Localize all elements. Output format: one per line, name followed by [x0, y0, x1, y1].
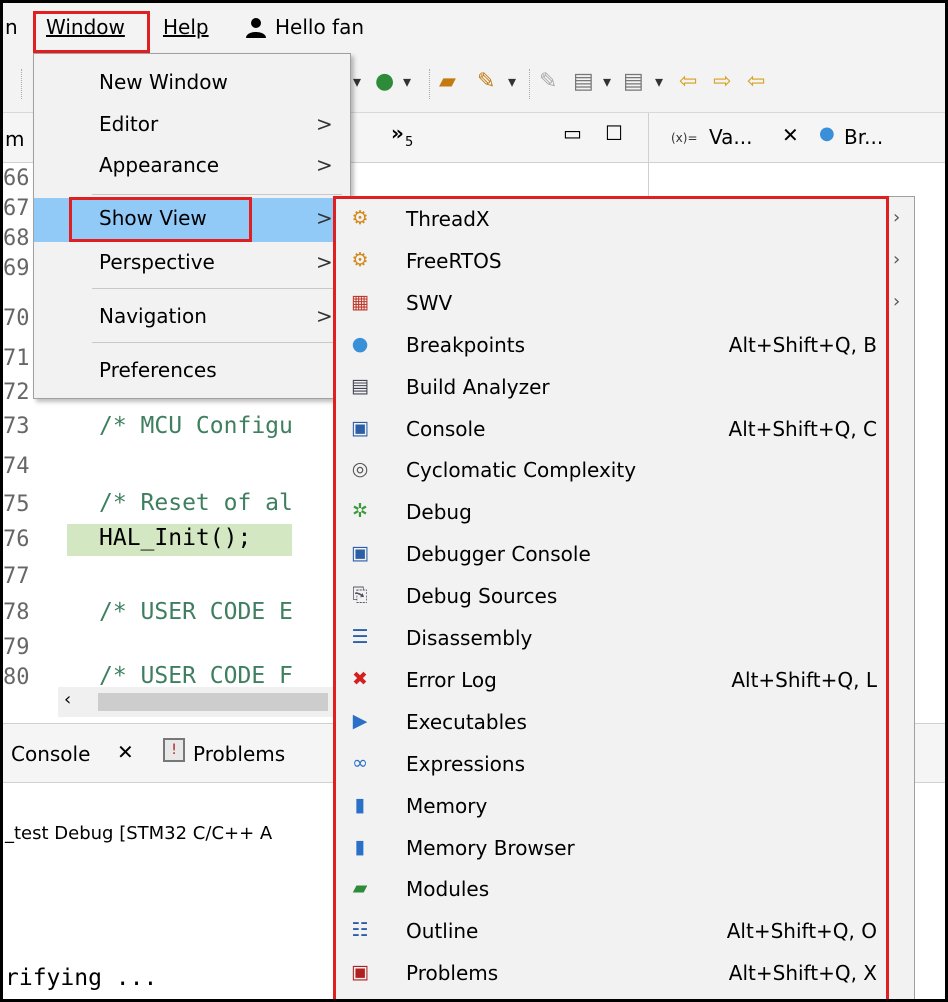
line-number: 80	[3, 665, 30, 690]
menu-help-label: Help	[163, 15, 209, 39]
menu-help[interactable]: Help	[163, 15, 209, 39]
show-view-menu-highlight	[333, 196, 889, 999]
chevron-right-icon: >	[316, 206, 333, 230]
scrollbar-thumb[interactable]	[98, 693, 328, 711]
code-line: /* MCU Configu	[99, 413, 293, 439]
line-number: 75	[3, 492, 30, 517]
menu-item-label: Preferences	[99, 358, 217, 382]
user-icon	[246, 18, 266, 38]
open-folder-icon[interactable]: ▰	[439, 67, 456, 97]
code-line: HAL_Init();	[99, 525, 252, 551]
menu-item-new-window[interactable]: New Window	[34, 62, 350, 106]
menu-item-label: Perspective	[99, 250, 215, 274]
annotation-icon[interactable]: ▤	[623, 67, 644, 97]
line-number: 66	[3, 166, 30, 191]
code-line: /* USER CODE E	[99, 599, 293, 625]
tab-breakpoints[interactable]: Br...	[844, 125, 883, 149]
chevron-right-icon: >	[316, 153, 333, 177]
wand-icon[interactable]: ✎	[477, 67, 495, 97]
variables-icon: (x)=	[671, 131, 698, 145]
tab-variables[interactable]: Va...	[709, 125, 752, 149]
menu-item-perspective[interactable]: Perspective >	[34, 242, 350, 286]
line-number: 79	[3, 635, 30, 660]
window-menu-highlight	[33, 11, 150, 53]
menu-item-label: New Window	[99, 70, 228, 94]
menu-item-editor[interactable]: Editor >	[34, 104, 350, 148]
chevron-right-icon: ›	[893, 207, 901, 228]
dropdown-arrow-icon[interactable]: ▾	[603, 67, 611, 97]
line-number: 74	[3, 454, 30, 479]
problems-icon: !	[163, 738, 185, 762]
menu-item-label: Appearance	[99, 153, 220, 177]
dropdown-arrow-icon[interactable]: ▾	[508, 67, 516, 97]
dropdown-arrow-icon[interactable]: ▾	[655, 67, 663, 97]
chevron-right-icon: >	[316, 304, 333, 328]
scroll-left-icon[interactable]: ‹	[64, 689, 71, 710]
console-launch-label: _test Debug [STM32 C/C++ A	[5, 823, 273, 844]
menu-item-appearance[interactable]: Appearance >	[34, 145, 350, 189]
minimize-icon[interactable]: ▭	[563, 121, 582, 145]
menu-separator	[92, 342, 342, 343]
toolbar-separator	[429, 69, 430, 99]
code-line: /* USER CODE F	[99, 663, 293, 689]
line-number: 72	[3, 380, 30, 405]
line-number: 70	[3, 306, 30, 331]
right-panel-tabs: (x)= Va... ✕ ● Br...	[648, 113, 945, 163]
chevron-right-icon: ›	[893, 249, 901, 270]
dropdown-arrow-icon[interactable]: ▾	[353, 67, 361, 97]
overflow-tabs-count: 5	[405, 135, 414, 150]
menu-item-label: Navigation	[99, 304, 207, 328]
user-greeting[interactable]: Hello fan	[275, 15, 364, 39]
annotation-icon[interactable]: ▤	[573, 67, 594, 97]
console-status-line: rifying ...	[5, 965, 158, 991]
editor-tab-partial[interactable]: m	[5, 127, 24, 151]
dropdown-arrow-icon[interactable]: ▾	[403, 67, 411, 97]
toolbar-separator	[21, 69, 22, 99]
line-number: 76	[3, 527, 30, 552]
breakpoints-icon: ●	[819, 123, 835, 144]
chevron-right-icon: >	[316, 112, 333, 136]
toolbar-separator	[529, 69, 530, 99]
line-number: 71	[3, 346, 30, 371]
close-icon[interactable]: ✕	[117, 740, 134, 764]
app-window: n Window Help Hello fan ▾ ● ▾ ▰ ✎ ▾ ✎ ▤ …	[0, 0, 948, 1002]
close-icon[interactable]: ✕	[782, 123, 799, 147]
line-number: 68	[3, 226, 30, 251]
pen-icon[interactable]: ✎	[539, 67, 557, 97]
overflow-tabs-icon[interactable]: »	[391, 121, 404, 145]
menu-item-navigation[interactable]: Navigation >	[34, 296, 350, 340]
menu-partial-item[interactable]: n	[5, 15, 18, 39]
run-icon[interactable]: ●	[375, 67, 394, 97]
tab-problems[interactable]: Problems	[193, 742, 285, 766]
menu-item-preferences[interactable]: Preferences	[34, 350, 350, 394]
back-icon[interactable]: ⇦	[679, 67, 697, 97]
line-number: 77	[3, 564, 30, 589]
code-line: /* Reset of al	[99, 490, 293, 516]
chevron-right-icon: ›	[893, 291, 901, 312]
menu-bar: n Window Help Hello fan	[3, 3, 945, 53]
line-number: 78	[3, 600, 30, 625]
line-number: 67	[3, 196, 30, 221]
show-view-highlight	[69, 197, 252, 242]
line-number: 69	[3, 256, 30, 281]
menu-separator	[92, 288, 342, 289]
chevron-right-icon: >	[316, 250, 333, 274]
menu-item-label: Editor	[99, 112, 159, 136]
forward-icon[interactable]: ⇨	[713, 67, 731, 97]
line-number: 73	[3, 414, 30, 439]
maximize-icon[interactable]: ☐	[605, 121, 623, 145]
back-icon[interactable]: ⇦	[747, 67, 765, 97]
tab-console[interactable]: Console	[11, 742, 90, 766]
menu-separator	[92, 194, 342, 195]
